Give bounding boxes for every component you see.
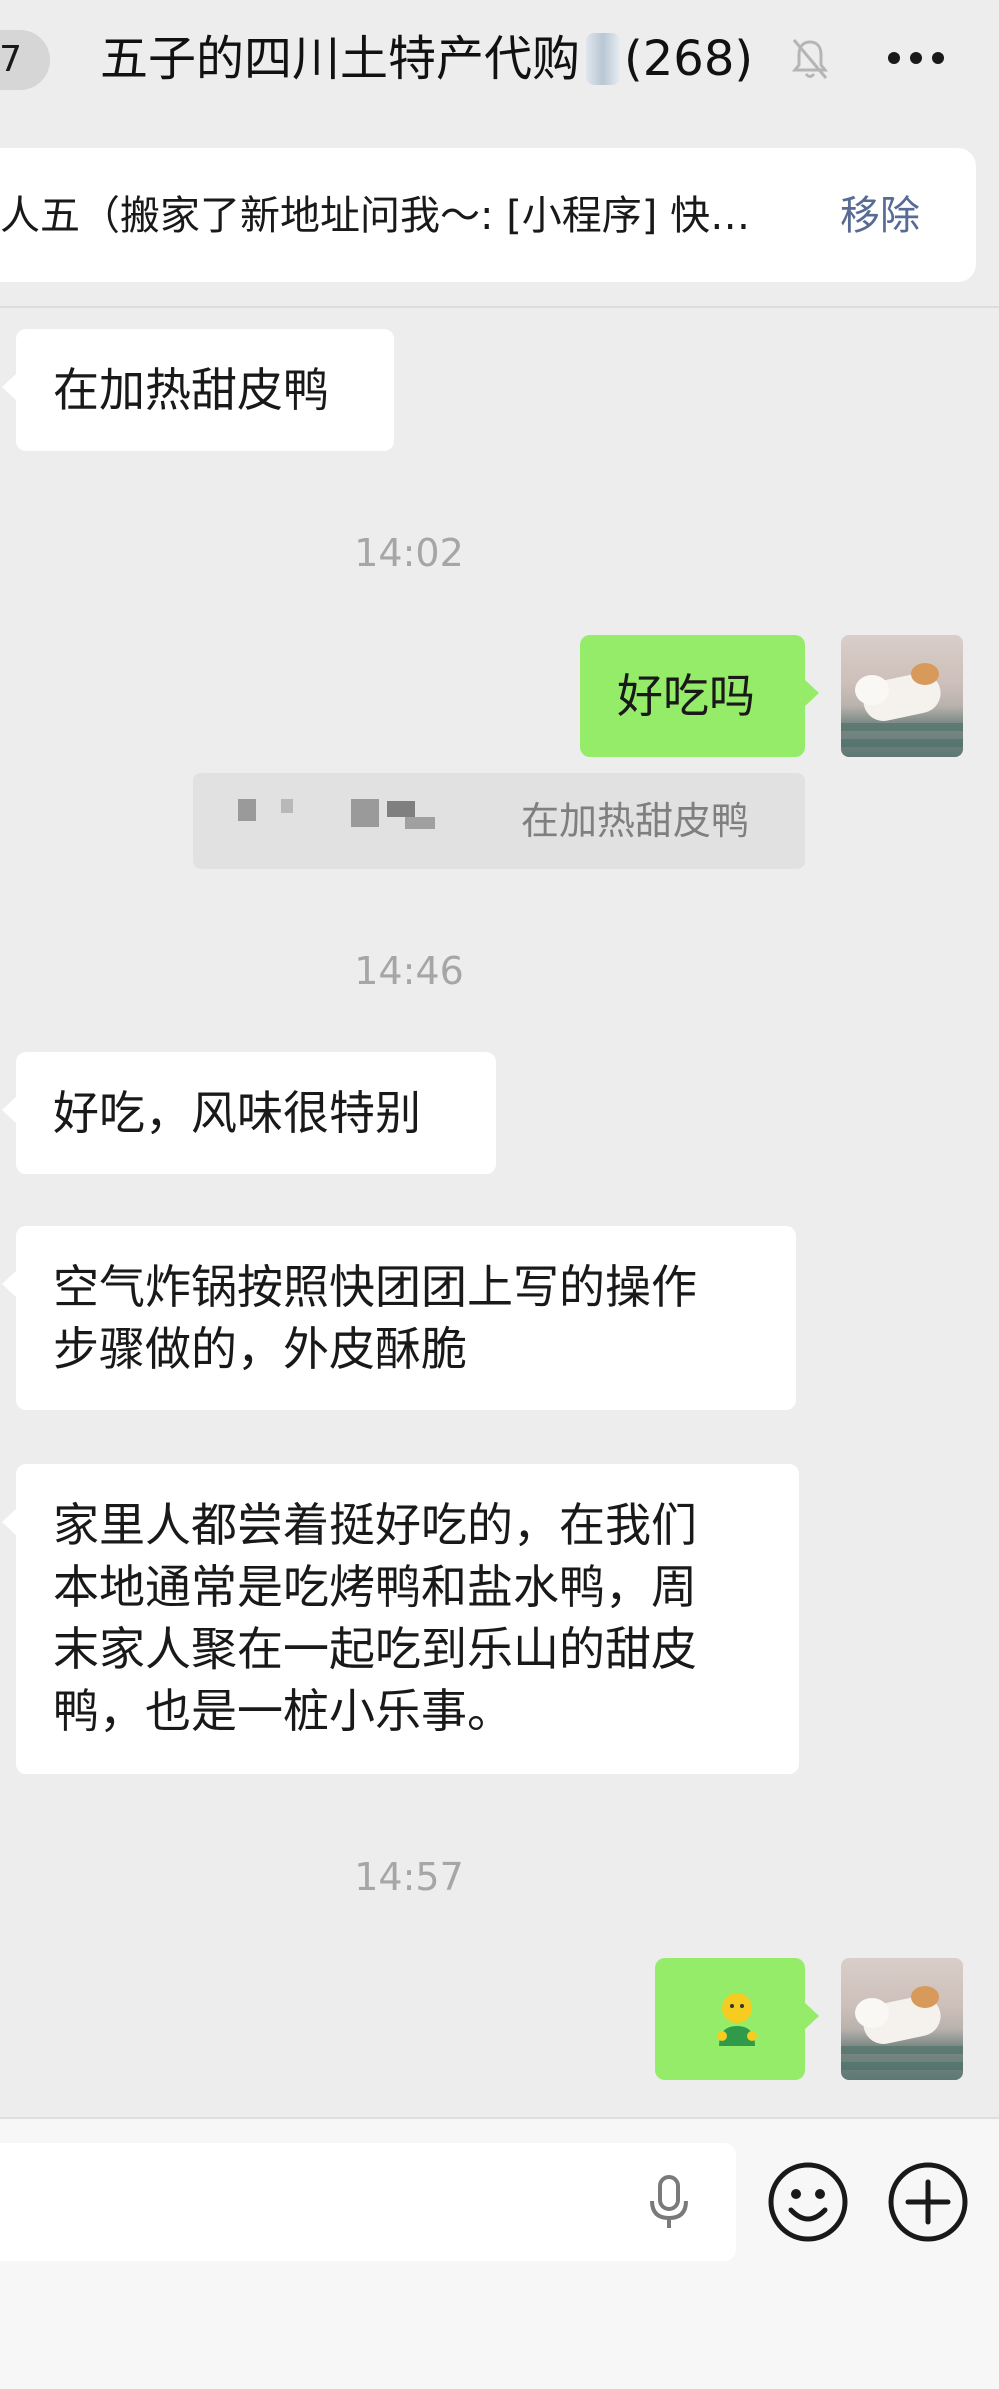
timestamp: 14:02 [354,531,464,575]
incoming-message[interactable]: 在加热甜皮鸭 [2,329,394,451]
message-text: 好吃，风味很特别 [53,1086,421,1140]
quoted-text: 在加热甜皮鸭 [521,799,750,843]
message-line: 家里人都尝着挺好吃的，在我们 [53,1498,697,1552]
blurred-emoji [586,33,621,85]
person-emoji-icon [717,1993,757,2046]
message-line: 空气炸锅按照快团团上写的操作 [53,1260,697,1314]
message-line: 本地通常是吃烤鸭和盐水鸭，周 [53,1560,697,1614]
quoted-message[interactable]: 在加热甜皮鸭 [193,773,805,869]
divider [0,306,999,308]
message-text: 好吃吗 [617,669,755,723]
message-line: 鸭，也是一桩小乐事。 [53,1684,513,1738]
timestamp: 14:57 [354,1855,464,1899]
mute-bell-icon [791,39,829,79]
message-text: 在加热甜皮鸭 [53,363,329,417]
plus-icon[interactable] [886,2160,970,2244]
chat-title-name: 五子的四川土特产代购 [100,31,581,87]
avatar[interactable] [841,635,963,757]
outgoing-message[interactable]: 好吃吗 [580,635,819,757]
chat-title: 五子的四川土特产代购 (268) [100,26,753,92]
more-icon[interactable] [888,52,944,66]
message-input[interactable] [0,2143,736,2261]
pinned-message-text: 人五（搬家了新地址问我～: [小程序] 快… [0,193,751,239]
member-count: (268) [624,31,754,87]
message-line: 末家人聚在一起吃到乐山的甜皮 [53,1622,697,1676]
incoming-message[interactable]: 空气炸锅按照快团团上写的操作 步骤做的，外皮酥脆 [2,1226,796,1410]
microphone-icon[interactable] [645,2174,693,2230]
message-line: 步骤做的，外皮酥脆 [53,1322,467,1376]
incoming-message[interactable]: 好吃，风味很特别 [2,1052,496,1174]
incoming-message[interactable]: 家里人都尝着挺好吃的，在我们 本地通常是吃烤鸭和盐水鸭，周 末家人聚在一起吃到乐… [2,1464,799,1774]
emoji-icon[interactable] [766,2160,850,2244]
remove-pinned-button[interactable]: 移除 [840,190,920,242]
avatar[interactable] [841,1958,963,2080]
timestamp: 14:46 [354,949,464,993]
